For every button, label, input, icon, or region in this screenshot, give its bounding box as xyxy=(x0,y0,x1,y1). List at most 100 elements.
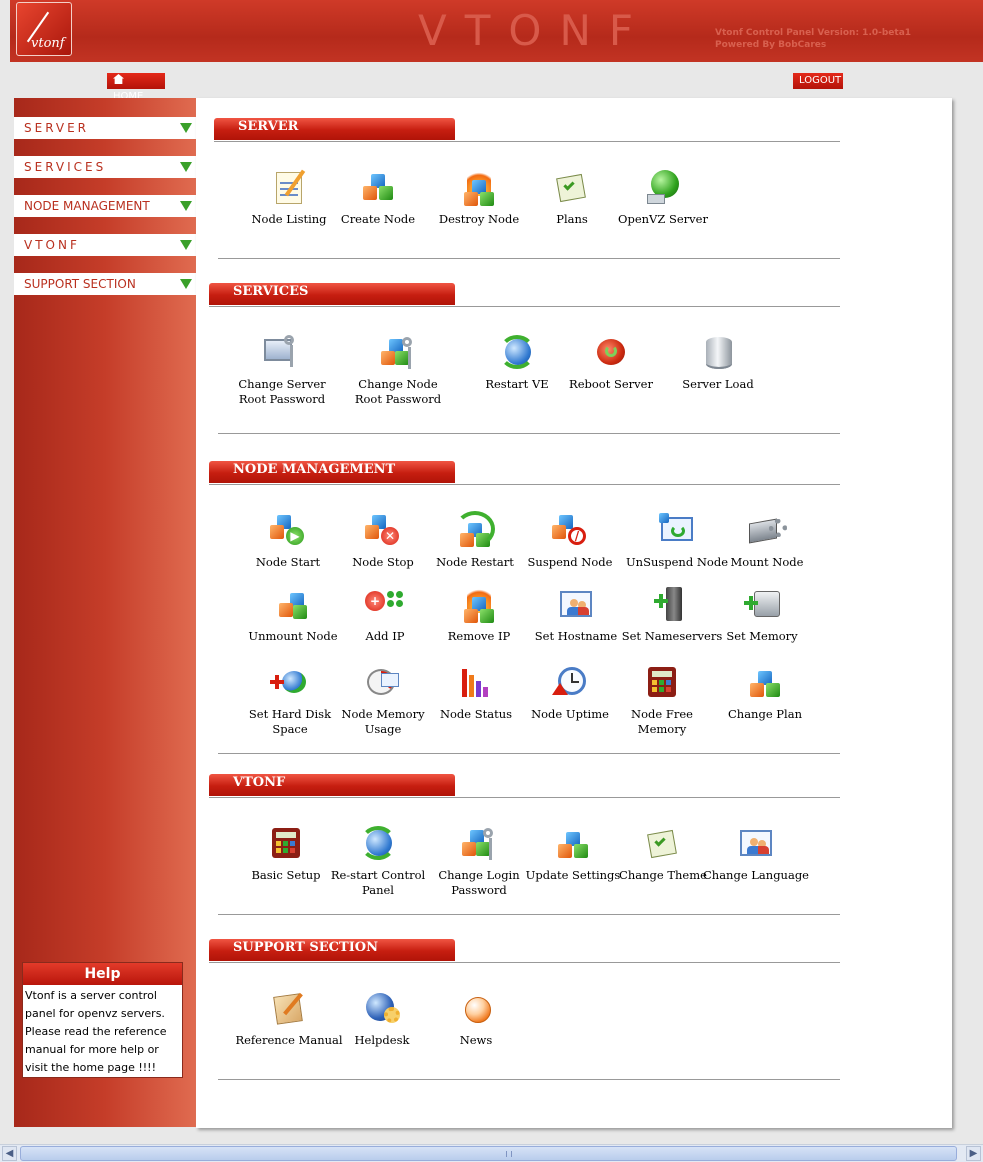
openvz-server-item[interactable]: OpenVZ Server xyxy=(608,168,718,227)
sidebar-item-label: SERVICES xyxy=(24,160,107,174)
cubes-icon xyxy=(273,585,313,625)
change-plan-item[interactable]: Change Plan xyxy=(710,663,820,722)
triangle-down-icon xyxy=(180,279,192,289)
item-label: News xyxy=(459,1033,493,1047)
cubes-restart-icon xyxy=(455,511,495,551)
window-unsuspend-icon xyxy=(657,511,697,551)
divider xyxy=(218,753,840,754)
home-button[interactable]: HOME xyxy=(107,73,165,102)
set-hostname-item[interactable]: Set Hostname xyxy=(521,585,631,644)
scrollbar-thumb[interactable] xyxy=(20,1146,957,1161)
change-server-root-password-item[interactable]: Change Server Root Password xyxy=(227,333,337,407)
reboot-server-item[interactable]: Reboot Server xyxy=(556,333,666,392)
main-panel: SERVER Node Listing Create Node Destroy … xyxy=(196,98,952,1128)
cubes-keys-icon xyxy=(378,333,418,373)
item-label: OpenVZ Server xyxy=(618,212,708,226)
memory-usage-icon xyxy=(363,663,403,703)
restart-control-panel-item[interactable]: Re-start Control Panel xyxy=(323,824,433,898)
news-item[interactable]: News xyxy=(421,989,531,1048)
horizontal-scrollbar[interactable]: ◀ ▶ xyxy=(0,1144,983,1162)
section-header-node-management: NODE MANAGEMENT xyxy=(209,461,455,483)
section-header-server: SERVER xyxy=(214,118,455,140)
reboot-icon xyxy=(591,333,631,373)
cubes-stop-icon: ✕ xyxy=(363,511,403,551)
checklist-icon xyxy=(552,168,592,208)
notepad-icon xyxy=(269,168,309,208)
cubes-suspend-icon: / xyxy=(550,511,590,551)
monitor-keys-icon xyxy=(262,333,302,373)
cubes-icon xyxy=(358,168,398,208)
section-title: VTONF xyxy=(233,775,286,790)
set-memory-item[interactable]: Set Memory xyxy=(707,585,817,644)
help-title: Help xyxy=(23,963,182,985)
suspend-node-item[interactable]: / Suspend Node xyxy=(515,511,625,570)
powered-by: Powered By BobCares xyxy=(715,40,827,50)
section-title: SERVICES xyxy=(233,284,309,299)
checklist-icon xyxy=(643,824,683,864)
divider xyxy=(209,306,840,307)
version-info: Vtonf Control Panel Version: 1.0-beta1 P… xyxy=(715,27,911,51)
window-users-icon xyxy=(736,824,776,864)
sidebar-item-label: VTONF xyxy=(24,238,80,252)
item-label: Node Free Memory xyxy=(631,707,693,736)
cubes-icon xyxy=(745,663,785,703)
node-free-memory-item[interactable]: Node Free Memory xyxy=(607,663,717,737)
logout-button[interactable]: LOGOUT xyxy=(793,73,843,89)
divider xyxy=(209,484,840,485)
triangle-down-icon xyxy=(180,162,192,172)
add-ip-icon: + xyxy=(365,585,405,625)
change-node-root-password-item[interactable]: Change Node Root Password xyxy=(343,333,453,407)
remove-ip-item[interactable]: Remove IP xyxy=(424,585,534,644)
calculator-icon xyxy=(642,663,682,703)
scroll-right-icon[interactable]: ▶ xyxy=(966,1146,981,1161)
node-start-item[interactable]: ▶ Node Start xyxy=(233,511,343,570)
database-icon xyxy=(698,333,738,373)
sidebar-item-node-management[interactable]: NODE MANAGEMENT xyxy=(14,195,196,217)
help-box: Help Vtonf is a server control panel for… xyxy=(22,962,183,1078)
item-label: Node Start xyxy=(255,555,321,569)
change-language-item[interactable]: Change Language xyxy=(701,824,811,883)
sidebar-item-support-section[interactable]: SUPPORT SECTION xyxy=(14,273,196,295)
sidebar-item-services[interactable]: SERVICES xyxy=(14,156,196,178)
add-drive-icon xyxy=(742,585,782,625)
item-label: Change Node Root Password xyxy=(354,377,442,406)
server-load-item[interactable]: Server Load xyxy=(663,333,773,392)
item-label: Mount Node xyxy=(730,555,804,569)
item-label: Suspend Node xyxy=(527,555,613,569)
sidebar-item-vtonf[interactable]: VTONF xyxy=(14,234,196,256)
section-header-vtonf: VTONF xyxy=(209,774,455,796)
section-header-services: SERVICES xyxy=(209,283,455,305)
drive-gear-icon xyxy=(747,511,787,551)
news-icon xyxy=(456,989,496,1029)
item-label: Change Plan xyxy=(728,707,802,721)
bar-chart-icon xyxy=(456,663,496,703)
item-label: Change Server Root Password xyxy=(238,377,326,406)
create-node-item[interactable]: Create Node xyxy=(323,168,433,227)
globe-server-icon xyxy=(643,168,683,208)
sidebar-item-label: NODE MANAGEMENT xyxy=(24,199,150,213)
mount-node-item[interactable]: Mount Node xyxy=(712,511,822,570)
triangle-down-icon xyxy=(180,201,192,211)
divider xyxy=(218,258,840,259)
divider xyxy=(218,433,840,434)
logo-text: vtonf xyxy=(31,36,65,51)
sidebar-item-label: SUPPORT SECTION xyxy=(24,277,136,291)
vtonf-logo[interactable]: vtonf xyxy=(16,2,72,56)
node-restart-item[interactable]: Node Restart xyxy=(420,511,530,570)
version-line: Vtonf Control Panel Version: 1.0-beta1 xyxy=(715,28,912,38)
cubes-fire-icon xyxy=(459,168,499,208)
section-title: SUPPORT SECTION xyxy=(233,940,378,955)
refresh-globe-icon xyxy=(497,333,537,373)
sidebar-item-server[interactable]: SERVER xyxy=(14,117,196,139)
item-label: Re-start Control Panel xyxy=(330,868,426,897)
book-pen-icon xyxy=(269,989,309,1029)
header-banner: vtonf VTONF Vtonf Control Panel Version:… xyxy=(10,0,983,62)
cubes-play-icon: ▶ xyxy=(268,511,308,551)
divider xyxy=(218,914,840,915)
scroll-left-icon[interactable]: ◀ xyxy=(2,1146,17,1161)
item-label: Set Hostname xyxy=(534,629,618,643)
help-text: Vtonf is a server control panel for open… xyxy=(25,989,167,1074)
cubes-keys-icon xyxy=(459,824,499,864)
cubes-fire-icon xyxy=(459,585,499,625)
calculator-icon xyxy=(266,824,306,864)
